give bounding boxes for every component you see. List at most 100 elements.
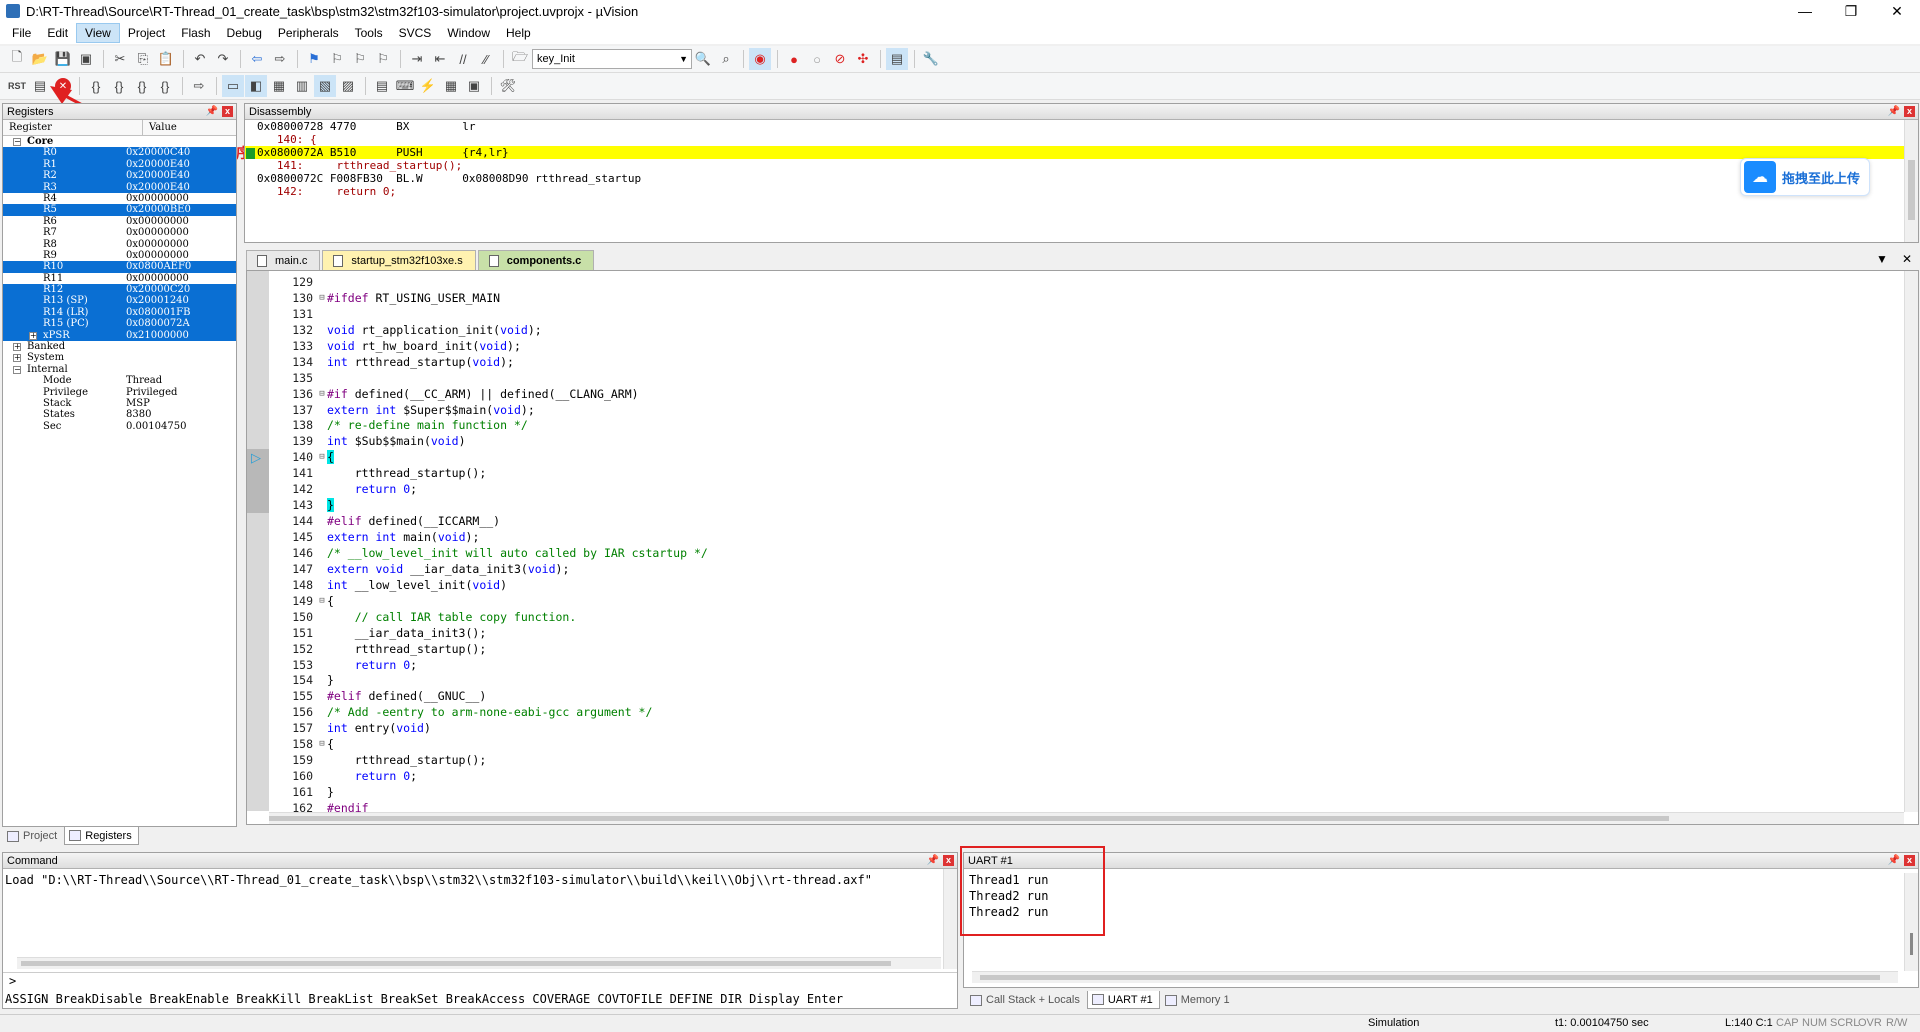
fold-marker[interactable]: ⊟ — [317, 387, 327, 403]
menu-help[interactable]: Help — [498, 24, 539, 42]
code-line[interactable]: 132 void rt_application_init(void); — [257, 323, 1902, 339]
code-line[interactable]: 134 int rtthread_startup(void); — [257, 355, 1902, 371]
register-row[interactable]: R2 0x20000E40 — [3, 170, 236, 182]
register-value[interactable]: 0x21000000 — [123, 329, 236, 342]
pin-icon[interactable]: 📌 — [206, 106, 218, 117]
bookmark-clear-icon[interactable]: ⚐ — [372, 48, 394, 70]
menu-flash[interactable]: Flash — [173, 24, 218, 42]
code-text[interactable]: extern void __iar_data_init3(void); — [327, 562, 1902, 578]
register-value[interactable]: 0x0800072A — [123, 318, 236, 330]
column-header-register[interactable]: Register — [3, 120, 143, 135]
code-text[interactable]: /* __low_level_init will auto called by … — [327, 546, 1902, 562]
indent-icon[interactable]: ⇥ — [406, 48, 428, 70]
code-line[interactable]: 140 ⊟{ — [257, 450, 1902, 466]
code-text[interactable]: rtthread_startup(); — [327, 642, 1902, 658]
close-icon[interactable]: x — [1904, 855, 1915, 866]
code-line[interactable]: 159 rtthread_startup(); — [257, 753, 1902, 769]
menu-file[interactable]: File — [4, 24, 39, 42]
insert-breakpoint-icon[interactable]: ● — [783, 48, 805, 70]
collapse-icon[interactable]: − — [13, 365, 21, 374]
run-icon[interactable]: ▤ — [29, 75, 51, 97]
expand-icon[interactable]: + — [13, 354, 21, 363]
register-value[interactable]: 0x00000000 — [123, 250, 236, 261]
fold-marker[interactable] — [317, 658, 327, 674]
pin-icon[interactable]: 📌 — [1888, 106, 1900, 117]
fold-marker[interactable] — [317, 610, 327, 626]
fold-marker[interactable] — [317, 339, 327, 355]
register-row[interactable]: R3 0x20000E40 — [3, 181, 236, 193]
code-text[interactable]: return 0; — [327, 482, 1902, 498]
code-text[interactable]: int entry(void) — [327, 721, 1902, 737]
register-row[interactable]: R6 0x00000000 — [3, 216, 236, 227]
fold-marker[interactable] — [317, 466, 327, 482]
code-line[interactable]: 145 extern int main(void); — [257, 530, 1902, 546]
toolbox-icon[interactable]: 🛠 — [497, 75, 519, 97]
register-row[interactable]: R15 (PC) 0x0800072A — [3, 318, 236, 330]
uncomment-icon[interactable]: ⁄⁄ — [475, 48, 497, 70]
fold-marker[interactable] — [317, 418, 327, 434]
fold-marker[interactable] — [317, 705, 327, 721]
disassembly-window-icon[interactable]: ◧ — [245, 75, 267, 97]
code-text[interactable]: extern int $Super$$main(void); — [327, 403, 1902, 419]
uart-vscrollbar[interactable] — [1904, 873, 1918, 971]
code-line[interactable]: 139 int $Sub$$main(void) — [257, 434, 1902, 450]
register-row[interactable]: R13 (SP) 0x20001240 — [3, 295, 236, 307]
maximize-button[interactable]: ❐ — [1828, 0, 1874, 22]
scroll-thumb[interactable] — [21, 961, 891, 966]
fold-marker[interactable] — [317, 434, 327, 450]
fold-marker[interactable] — [317, 546, 327, 562]
code-line[interactable]: 151 __iar_data_init3(); — [257, 626, 1902, 642]
upload-drop-button[interactable]: ☁ 拖拽至此上传 — [1740, 158, 1870, 196]
menu-tools[interactable]: Tools — [347, 24, 391, 42]
code-line[interactable]: 149 ⊟{ — [257, 594, 1902, 610]
memory-window-icon[interactable]: ▤ — [371, 75, 393, 97]
register-row[interactable]: + xPSR 0x21000000 — [3, 329, 236, 342]
code-editor[interactable]: ▷ 129 130 ⊟ #ifdef RT_USING_USER_MAIN 131 132… — [246, 270, 1919, 825]
register-row[interactable]: Privilege Privileged — [3, 387, 236, 398]
register-row[interactable]: Stack MSP — [3, 398, 236, 409]
comment-icon[interactable]: // — [452, 48, 474, 70]
expand-icon[interactable]: + — [13, 343, 21, 352]
code-line[interactable]: 130 ⊟ #ifdef RT_USING_USER_MAIN — [257, 291, 1902, 307]
configure-icon[interactable]: 🔧 — [920, 48, 942, 70]
tab-startup-s[interactable]: startup_stm32f103xe.s — [322, 250, 476, 270]
register-row[interactable]: R5 0x20000BE0 — [3, 204, 236, 216]
code-line[interactable]: 154} — [257, 673, 1902, 689]
close-icon[interactable]: x — [943, 855, 954, 866]
code-text[interactable]: int __low_level_init(void) — [327, 578, 1902, 594]
disable-breakpoints-icon[interactable]: ⊘ — [829, 48, 851, 70]
target-combo[interactable]: key_Init ▼ — [532, 49, 692, 69]
register-row[interactable]: R10 0x0800AEF0 — [3, 261, 236, 273]
chevron-down-icon[interactable]: ▼ — [1876, 252, 1888, 266]
save-icon[interactable]: 💾 — [52, 48, 74, 70]
register-row[interactable]: R8 0x00000000 — [3, 239, 236, 250]
register-group[interactable]: − Internal — [3, 364, 236, 375]
disassembly-vscrollbar[interactable] — [1904, 120, 1918, 242]
register-group[interactable]: + System — [3, 352, 236, 363]
code-line[interactable]: 144 #elif defined(__ICCARM__) — [257, 514, 1902, 530]
unindent-icon[interactable]: ⇤ — [429, 48, 451, 70]
code-line[interactable]: 146 /* __low_level_init will auto called … — [257, 546, 1902, 562]
code-text[interactable]: void rt_application_init(void); — [327, 323, 1902, 339]
command-hscrollbar[interactable] — [17, 957, 941, 969]
code-text[interactable]: #ifdef RT_USING_USER_MAIN — [327, 291, 1902, 307]
tab-project[interactable]: Project — [2, 827, 64, 845]
analysis-window-icon[interactable]: ⚡ — [417, 75, 439, 97]
expand-icon[interactable]: + — [29, 331, 37, 340]
code-text[interactable] — [327, 371, 1902, 387]
register-value[interactable]: 0x20000C20 — [123, 284, 236, 296]
register-row[interactable]: R12 0x20000C20 — [3, 284, 236, 296]
disassembly-line[interactable]: 142: return 0; — [245, 185, 1918, 198]
code-line[interactable]: 157 int entry(void) — [257, 721, 1902, 737]
code-line[interactable]: 147 extern void __iar_data_init3(void); — [257, 562, 1902, 578]
column-header-value[interactable]: Value — [143, 120, 236, 135]
show-next-statement-icon[interactable]: ⇨ — [188, 75, 210, 97]
fold-marker[interactable] — [317, 562, 327, 578]
register-row[interactable]: States 8380 — [3, 409, 236, 420]
paste-icon[interactable]: 📋 — [155, 48, 177, 70]
register-row[interactable]: R9 0x00000000 — [3, 250, 236, 261]
code-text[interactable]: // call IAR table copy function. — [327, 610, 1902, 626]
nav-back-icon[interactable]: ⇦ — [246, 48, 268, 70]
scroll-thumb[interactable] — [980, 975, 1880, 980]
symbols-window-icon[interactable]: ▦ — [268, 75, 290, 97]
